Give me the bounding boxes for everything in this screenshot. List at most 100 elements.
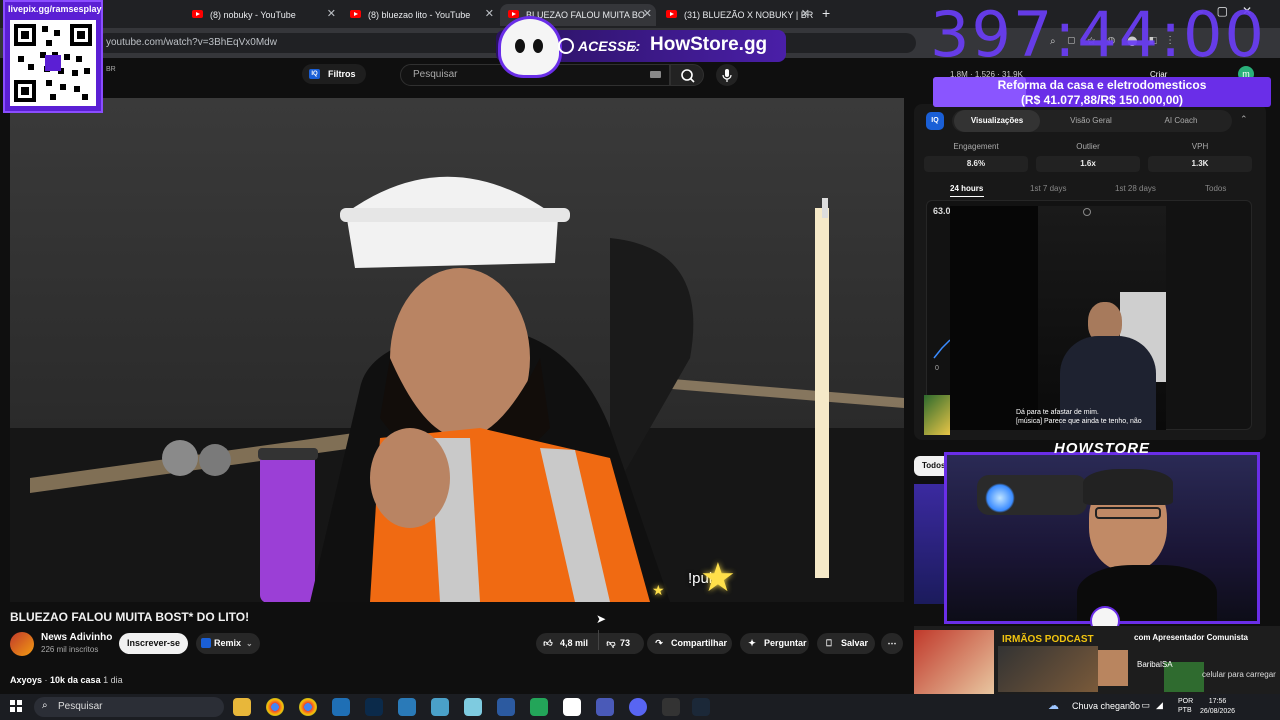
iq-logo-icon: IQ xyxy=(926,112,944,130)
remix-label: Remix xyxy=(214,638,242,648)
close-icon[interactable]: ✕ xyxy=(643,7,652,20)
banner-site: HowStore.gg xyxy=(650,34,768,55)
file-explorer-icon[interactable] xyxy=(233,698,251,716)
mouse-cursor: ➤ xyxy=(596,612,607,626)
chrome-icon[interactable] xyxy=(266,698,284,716)
tab-ai-coach[interactable]: AI Coach xyxy=(1138,110,1224,132)
tab-title: (31) BLUEZÃO X NOBUKY | BRI xyxy=(684,10,814,20)
share-button[interactable]: ↷ Compartilhar xyxy=(647,633,732,654)
tab-title: (8) nobuky - YouTube xyxy=(210,10,296,20)
tab-bluezao-lito[interactable]: (8) bluezao lito - YouTube ✕ xyxy=(342,4,498,26)
app-icon[interactable] xyxy=(464,698,482,716)
goal-title: Reforma da casa e eletrodomesticos xyxy=(997,78,1207,92)
country-code: BR xyxy=(106,66,116,73)
glasses xyxy=(1095,507,1161,519)
search-icon xyxy=(681,69,695,83)
dislike-button[interactable]: 👎︎ 73 xyxy=(602,633,630,654)
search-icon: ⌕ xyxy=(42,700,48,711)
input-language[interactable]: POR PTB xyxy=(1178,697,1193,715)
ask-label: Perguntar xyxy=(764,638,807,648)
remix-button[interactable]: Remix ⌄ xyxy=(196,633,260,654)
voice-search-button[interactable] xyxy=(716,64,738,86)
taskbar-clock[interactable]: 17:56 26/08/2026 xyxy=(1200,697,1235,717)
headset xyxy=(1083,469,1173,505)
tab-visualizacoes[interactable]: Visualizações xyxy=(954,110,1040,132)
chart-top-label: 63.0 xyxy=(933,206,951,216)
panel-tabs: Visualizações Visão Geral AI Coach xyxy=(952,110,1232,132)
filtros-label: Filtros xyxy=(328,69,356,79)
windows-start-icon[interactable] xyxy=(10,700,22,712)
filtros-button[interactable]: IQ Filtros xyxy=(302,64,366,84)
weather-icon: ☁ xyxy=(1048,700,1059,712)
close-icon[interactable]: ✕ xyxy=(801,7,810,20)
car-webcam-overlay xyxy=(950,206,1166,430)
keyboard-icon[interactable] xyxy=(650,71,661,78)
chrome-icon[interactable] xyxy=(299,698,317,716)
save-button[interactable]: ⎕ Salvar xyxy=(817,633,875,654)
star-icon: ★ xyxy=(652,582,665,598)
dome-light-icon xyxy=(1083,208,1091,216)
thumbs-up-icon: 👍︎ xyxy=(543,638,553,648)
range-24h[interactable]: 24 hours xyxy=(950,184,983,193)
range-28d[interactable]: 1st 28 days xyxy=(1115,184,1156,193)
video-thumbnail[interactable] xyxy=(924,395,950,435)
tab-title: (8) bluezao lito - YouTube xyxy=(368,10,471,20)
chevron-down-icon: ⌄ xyxy=(246,639,253,648)
app-icon[interactable] xyxy=(497,698,515,716)
app-icon[interactable] xyxy=(431,698,449,716)
ask-button[interactable]: ✦ Perguntar xyxy=(740,633,809,654)
podcast-label: com Apresentador Comunista xyxy=(1134,633,1248,642)
arrows-icon: » xyxy=(630,40,637,54)
youtube-icon xyxy=(666,10,677,18)
ring-light xyxy=(985,483,1015,513)
mic-icon xyxy=(722,69,732,82)
charge-label: celular para carregar xyxy=(1202,670,1276,679)
close-icon[interactable]: ✕ xyxy=(485,7,494,20)
app-icon[interactable] xyxy=(596,698,614,716)
thumbs-down-icon: 👎︎ xyxy=(606,638,616,648)
more-icon: ⋯ xyxy=(887,638,897,648)
close-icon[interactable]: ✕ xyxy=(327,7,336,20)
range-7d[interactable]: 1st 7 days xyxy=(1030,184,1066,193)
podcast-title: IRMÃOS PODCAST xyxy=(1002,634,1094,645)
taskbar-search[interactable]: Pesquisar xyxy=(34,697,224,717)
range-all[interactable]: Todos xyxy=(1205,184,1226,193)
sparkle-icon: ✦ xyxy=(748,638,756,648)
comment-author[interactable]: Axyoys xyxy=(10,675,42,685)
app-icon[interactable] xyxy=(530,698,548,716)
recommended-thumbnail[interactable] xyxy=(914,484,944,604)
tab-bluezao-nobuky[interactable]: (31) BLUEZÃO X NOBUKY | BRI ✕ xyxy=(658,4,814,26)
video-player[interactable] xyxy=(10,98,904,602)
tab-visao-geral[interactable]: Visão Geral xyxy=(1048,110,1134,132)
tab-nobuky[interactable]: (8) nobuky - YouTube ✕ xyxy=(184,4,340,26)
podcast-thumbnail xyxy=(998,646,1098,692)
app-icon[interactable] xyxy=(662,698,680,716)
star-icon: ★ xyxy=(700,556,736,600)
tray-icons[interactable]: ⌃▭◢ xyxy=(1128,700,1169,711)
discord-icon[interactable] xyxy=(629,698,647,716)
streamer-webcam xyxy=(944,452,1260,624)
ghost-mascot-icon xyxy=(498,16,562,78)
photoshop-icon[interactable] xyxy=(365,698,383,716)
channel-avatar[interactable] xyxy=(10,632,34,656)
metric-label: Engagement xyxy=(953,142,999,151)
metric-value: 1.6x xyxy=(1036,156,1140,172)
lang-line: PTB xyxy=(1178,707,1192,714)
comment-text: 10k da casa xyxy=(50,675,101,685)
new-tab-button[interactable]: + xyxy=(822,5,830,21)
youtube-icon xyxy=(350,10,361,18)
obs-icon[interactable] xyxy=(563,698,581,716)
search-button[interactable] xyxy=(670,64,704,86)
bookmark-icon: ⎕ xyxy=(826,638,832,648)
metric-value: 1.3K xyxy=(1148,156,1252,172)
channel-name[interactable]: News Adivinho xyxy=(41,632,112,643)
chevron-up-icon[interactable]: ⌃ xyxy=(1240,114,1248,125)
steam-icon[interactable] xyxy=(692,698,710,716)
subscribe-button[interactable]: Inscrever-se xyxy=(119,633,188,654)
share-label: Compartilhar xyxy=(671,638,728,648)
app-icon[interactable] xyxy=(398,698,416,716)
caption-line: [música] Parece que ainda te tenho, não xyxy=(1016,418,1142,425)
chart-line xyxy=(933,339,951,359)
more-actions-button[interactable]: ⋯ xyxy=(881,633,903,654)
vscode-icon[interactable] xyxy=(332,698,350,716)
